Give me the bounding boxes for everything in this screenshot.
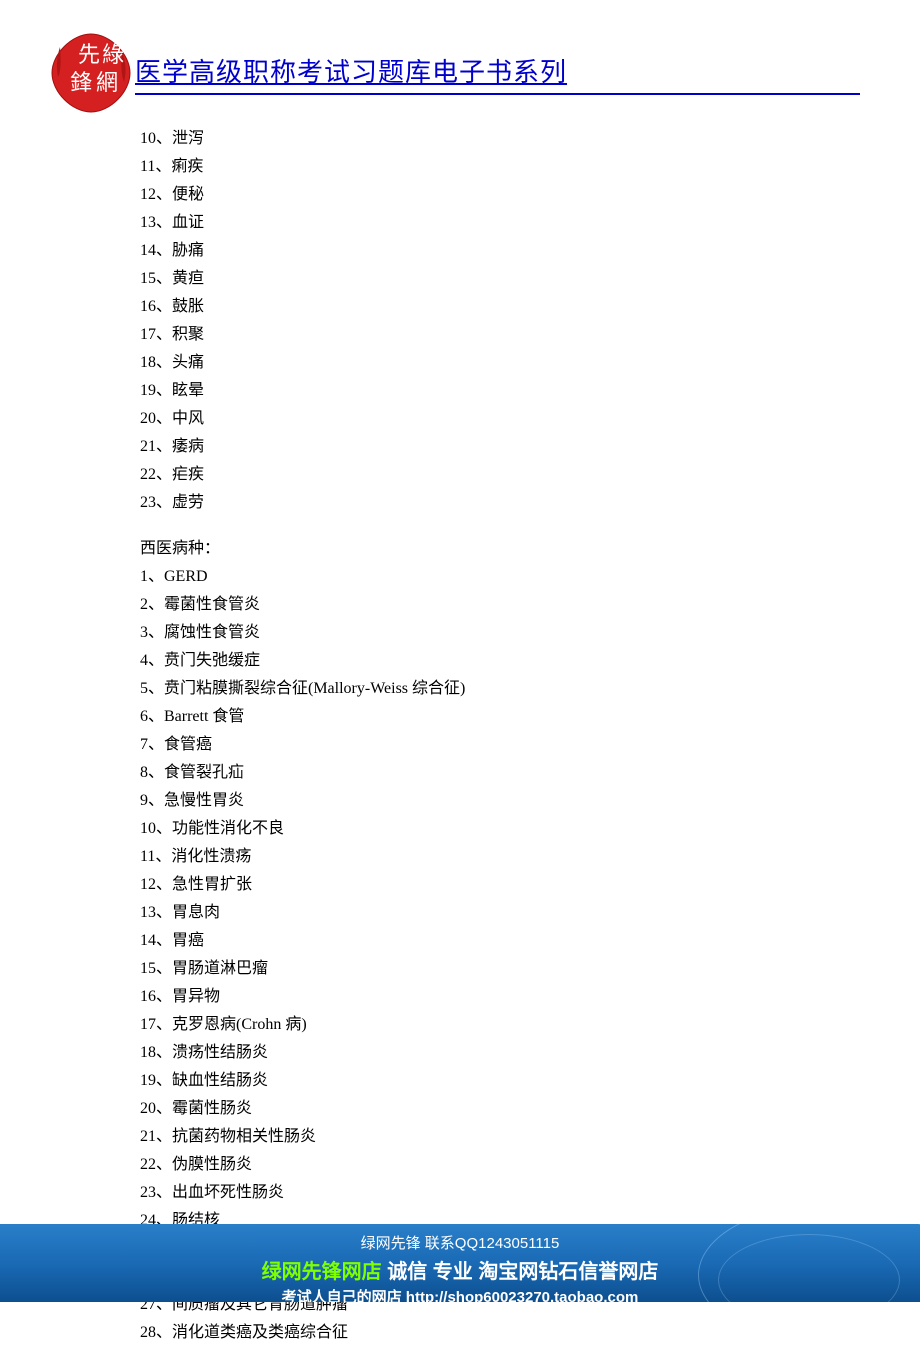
- list-item: 8、食管裂孔疝: [140, 759, 920, 787]
- list-item: 21、抗菌药物相关性肠炎: [140, 1123, 920, 1151]
- list-item: 14、胁痛: [140, 237, 920, 265]
- list-item: 16、鼓胀: [140, 293, 920, 321]
- list-item: 12、急性胃扩张: [140, 871, 920, 899]
- footer-shop-brand: 绿网先锋网店: [262, 1261, 382, 1283]
- list-item: 15、胃肠道淋巴瘤: [140, 955, 920, 983]
- list-item: 10、功能性消化不良: [140, 815, 920, 843]
- footer-url: 考试人自己的网店 http://shop60023270.taobao.com: [0, 1286, 920, 1302]
- list-item: 11、痢疾: [140, 153, 920, 181]
- footer-shop-desc: 诚信 专业 淘宝网钻石信誉网店: [382, 1261, 659, 1283]
- list-item: 2、霉菌性食管炎: [140, 591, 920, 619]
- list-item: 21、痿病: [140, 433, 920, 461]
- list-item: 17、积聚: [140, 321, 920, 349]
- header-title-link[interactable]: 医学高级职称考试习题库电子书系列: [135, 52, 860, 95]
- list-item: 20、中风: [140, 405, 920, 433]
- list-item: 4、贲门失弛缓症: [140, 647, 920, 675]
- svg-text:先: 先: [78, 42, 100, 67]
- list-item: 5、贲门粘膜撕裂综合征(Mallory-Weiss 综合征): [140, 675, 920, 703]
- svg-text:網: 網: [96, 70, 118, 95]
- page-header: 先 綠 鋒 網 医学高级职称考试习题库电子书系列: [0, 0, 920, 110]
- footer-contact: 绿网先锋 联系QQ1243051115: [0, 1232, 920, 1253]
- list-item: 23、虚劳: [140, 489, 920, 517]
- list-item: 17、克罗恩病(Crohn 病): [140, 1011, 920, 1039]
- list-item: 19、眩晕: [140, 377, 920, 405]
- list-item: 11、消化性溃疡: [140, 843, 920, 871]
- seal-logo-icon: 先 綠 鋒 網: [50, 32, 132, 114]
- list-item: 22、疟疾: [140, 461, 920, 489]
- list-item: 6、Barrett 食管: [140, 703, 920, 731]
- list-item: 18、头痛: [140, 349, 920, 377]
- list-item: 12、便秘: [140, 181, 920, 209]
- list-item: 13、胃息肉: [140, 899, 920, 927]
- page-footer: 绿网先锋 联系QQ1243051115 绿网先锋网店 诚信 专业 淘宝网钻石信誉…: [0, 1224, 920, 1302]
- list-item: 28、消化道类癌及类癌综合征: [140, 1319, 920, 1347]
- list-item: 3、腐蚀性食管炎: [140, 619, 920, 647]
- list-item: 10、泄泻: [140, 125, 920, 153]
- list-item: 7、食管癌: [140, 731, 920, 759]
- list-item: 20、霉菌性肠炎: [140, 1095, 920, 1123]
- list-item: 13、血证: [140, 209, 920, 237]
- list-item: 19、缺血性结肠炎: [140, 1067, 920, 1095]
- svg-text:綠: 綠: [102, 42, 124, 67]
- svg-text:鋒: 鋒: [70, 70, 92, 95]
- list-item: 16、胃异物: [140, 983, 920, 1011]
- content-area: 10、泄泻 11、痢疾 12、便秘 13、血证 14、胁痛 15、黄疸 16、鼓…: [0, 110, 920, 1347]
- list-item: 18、溃疡性结肠炎: [140, 1039, 920, 1067]
- list-item: 1、GERD: [140, 563, 920, 591]
- footer-shop-name: 绿网先锋网店 诚信 专业 淘宝网钻石信誉网店: [0, 1255, 920, 1284]
- list-item: 15、黄疸: [140, 265, 920, 293]
- list-item: 22、伪膜性肠炎: [140, 1151, 920, 1179]
- list-item: 23、出血坏死性肠炎: [140, 1179, 920, 1207]
- western-section-title: 西医病种：: [140, 535, 920, 563]
- list-item: 9、急慢性胃炎: [140, 787, 920, 815]
- list-item: 14、胃癌: [140, 927, 920, 955]
